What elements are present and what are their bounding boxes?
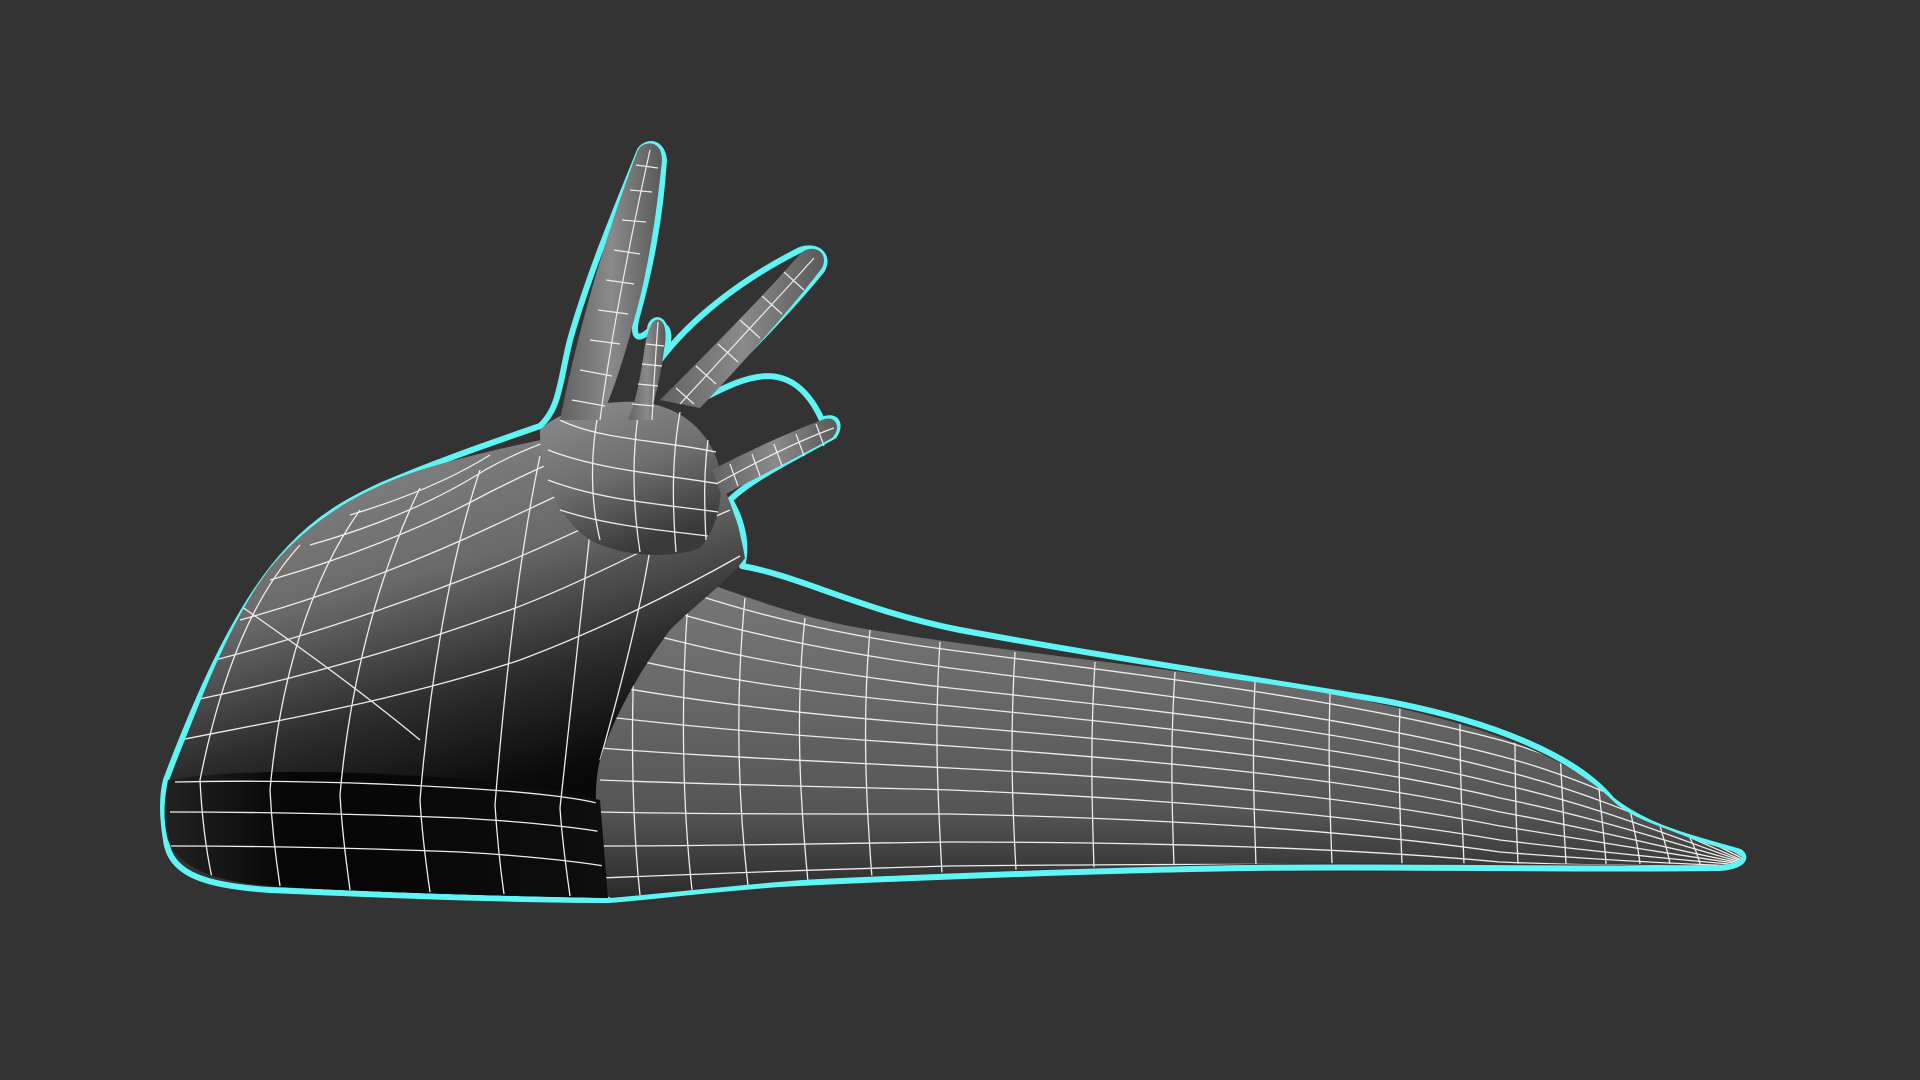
tentacle-lower[interactable] bbox=[712, 418, 837, 496]
3d-viewport[interactable] bbox=[0, 0, 1920, 1080]
viewport-canvas[interactable] bbox=[0, 0, 1920, 1080]
tail[interactable] bbox=[592, 550, 1742, 898]
